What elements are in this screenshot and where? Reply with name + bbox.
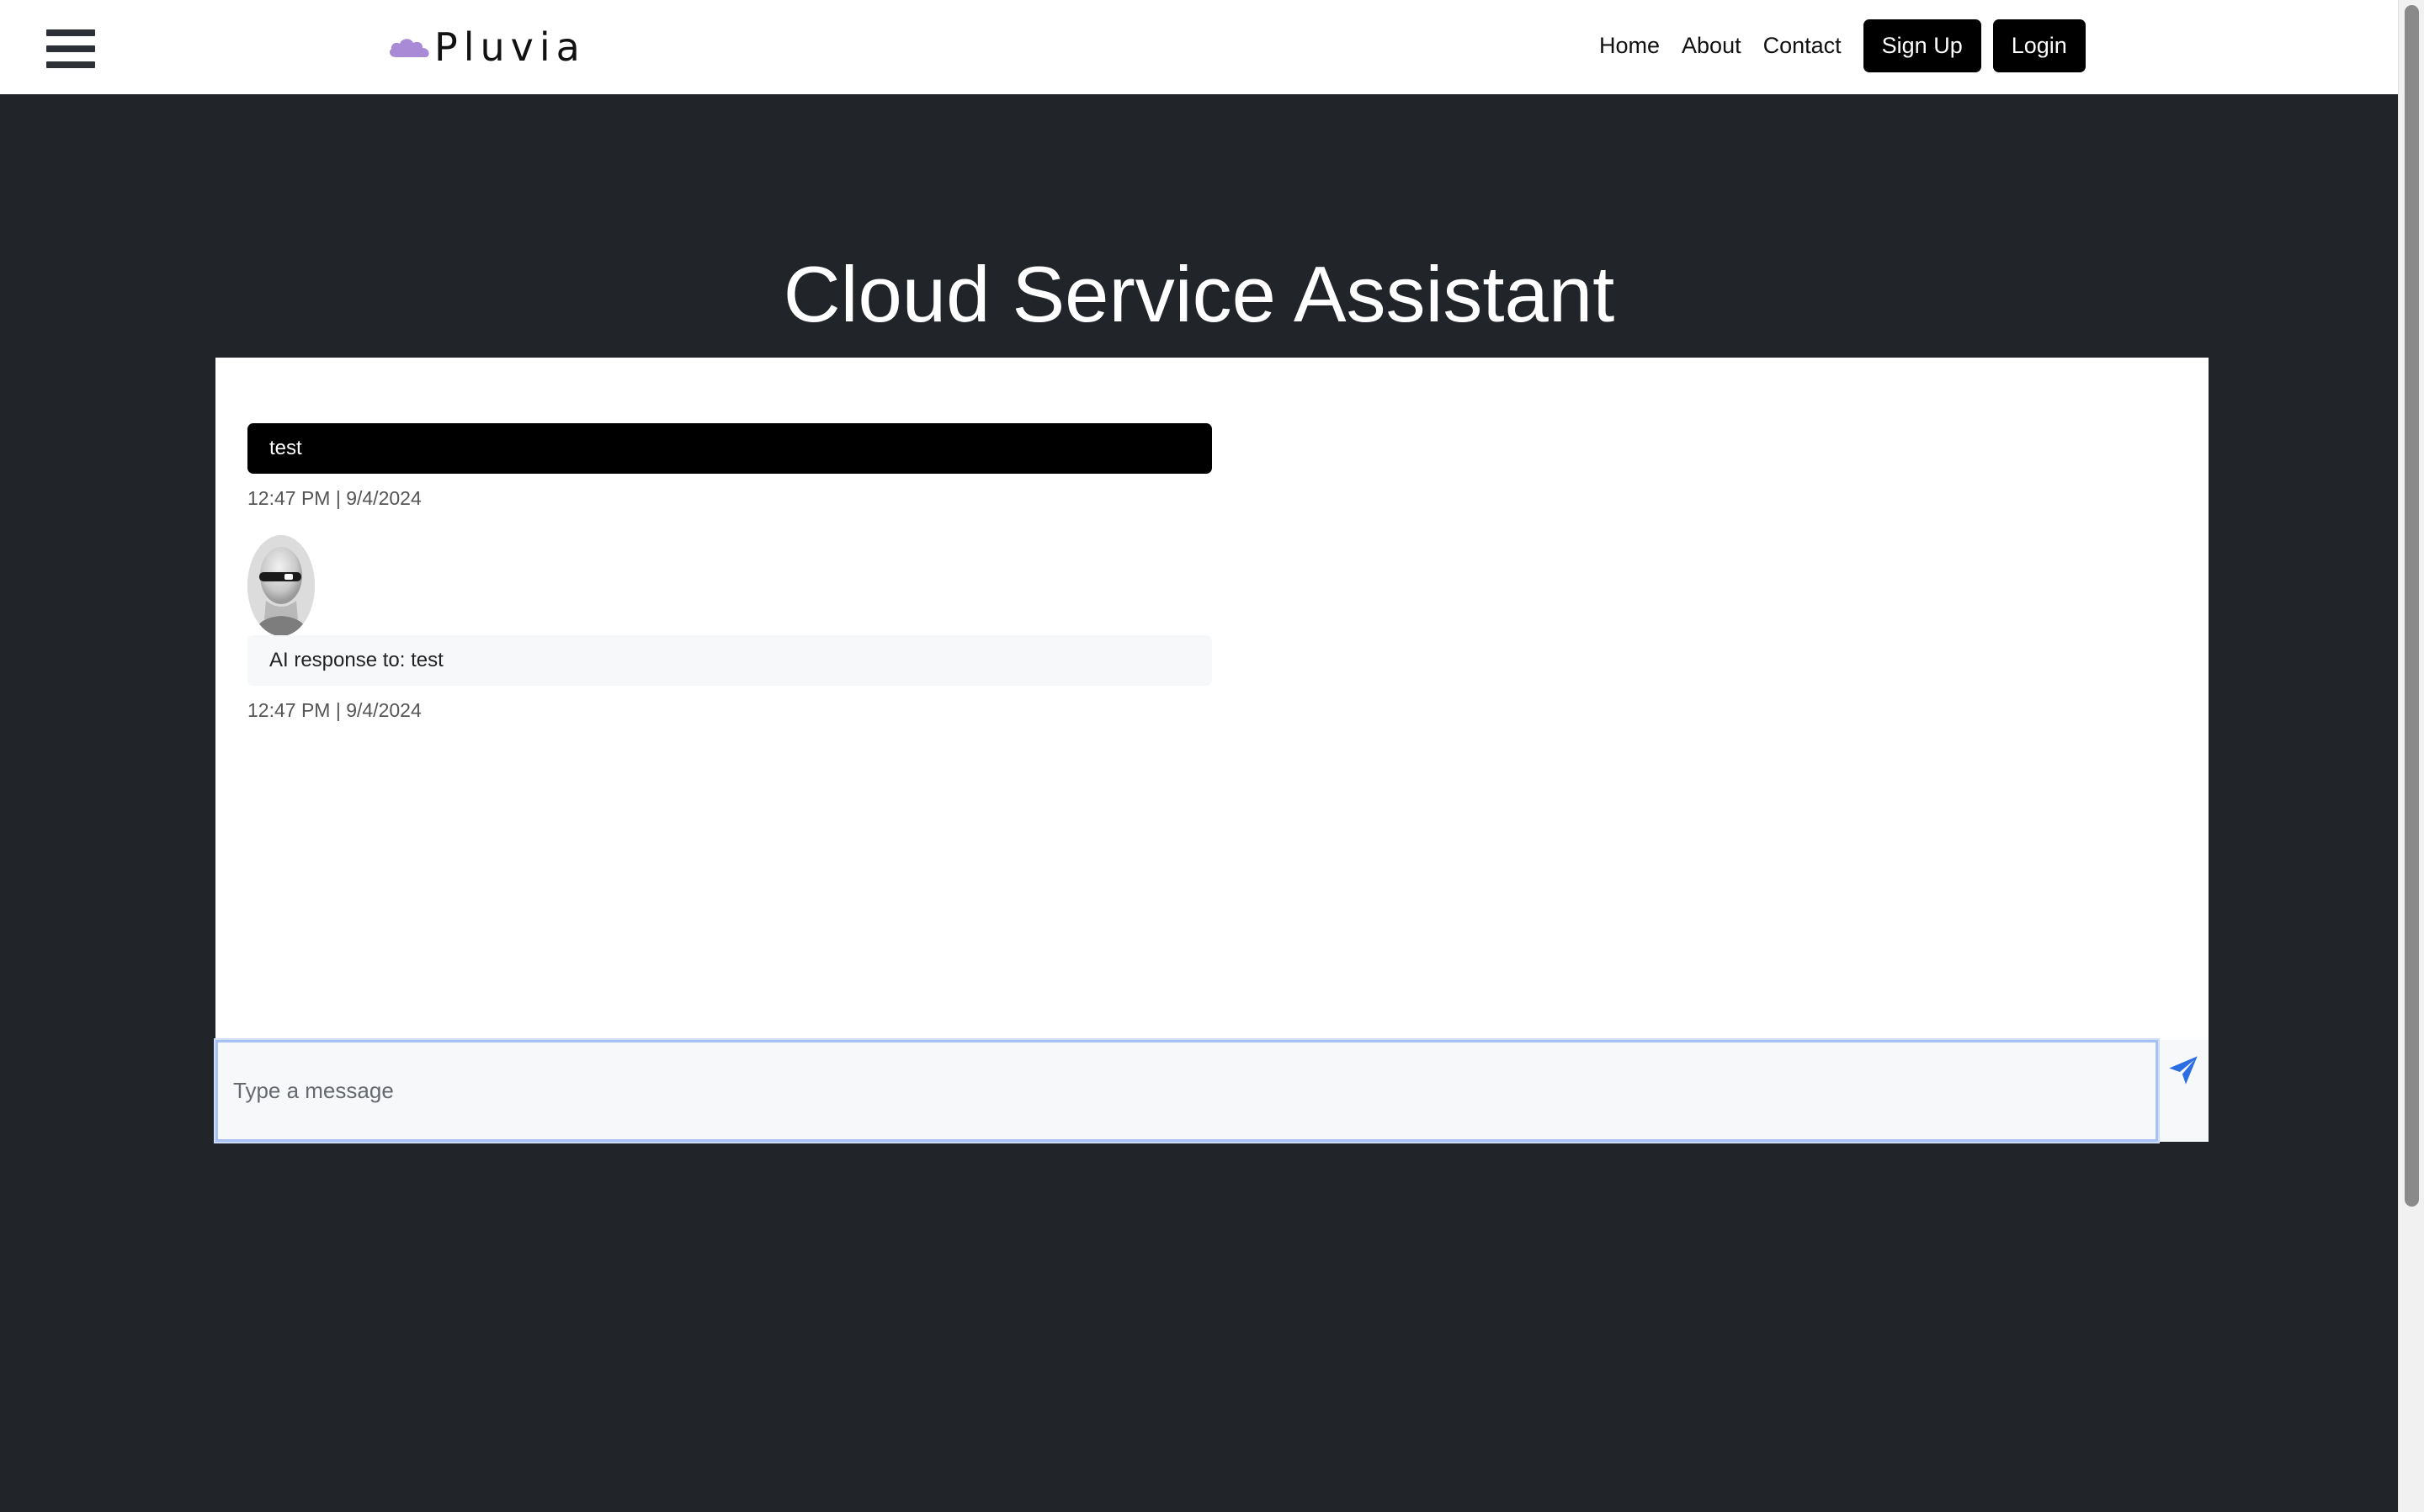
nav-contact-link[interactable]: Contact <box>1763 33 1842 59</box>
assistant-message-text: AI response to: test <box>269 649 444 671</box>
message-input[interactable] <box>214 1038 2160 1143</box>
message-input-row <box>214 1038 2209 1143</box>
user-message-bubble: test <box>247 423 1212 474</box>
robot-avatar-icon <box>247 535 315 636</box>
scrollbar-thumb[interactable] <box>2405 5 2419 1207</box>
assistant-avatar <box>247 535 315 636</box>
nav-links: Home About Contact Sign Up Login <box>1599 19 2097 72</box>
assistant-message-bubble: AI response to: test <box>247 635 1212 686</box>
page-title: Cloud Service Assistant <box>783 250 1615 338</box>
login-button[interactable]: Login <box>1992 19 2086 72</box>
cloud-icon <box>389 39 429 57</box>
signup-button[interactable]: Sign Up <box>1863 19 1981 72</box>
user-message-text: test <box>269 437 302 459</box>
page-scrollbar[interactable] <box>2398 0 2424 1512</box>
paper-plane-icon[interactable] <box>2166 1053 2200 1087</box>
nav-home-link[interactable]: Home <box>1599 33 1660 59</box>
brand-logo[interactable]: Pluvia <box>387 20 586 74</box>
nav-about-link[interactable]: About <box>1682 33 1741 59</box>
hamburger-menu-icon[interactable] <box>46 28 98 72</box>
brand-name: Pluvia <box>434 24 586 70</box>
assistant-message-timestamp: 12:47 PM | 9/4/2024 <box>247 699 422 721</box>
chat-panel: test 12:47 PM | 9/4/2024 AI response to:… <box>214 358 2209 1143</box>
user-message-timestamp: 12:47 PM | 9/4/2024 <box>247 487 422 509</box>
top-navbar: Pluvia Home About Contact Sign Up Login <box>0 0 2398 94</box>
